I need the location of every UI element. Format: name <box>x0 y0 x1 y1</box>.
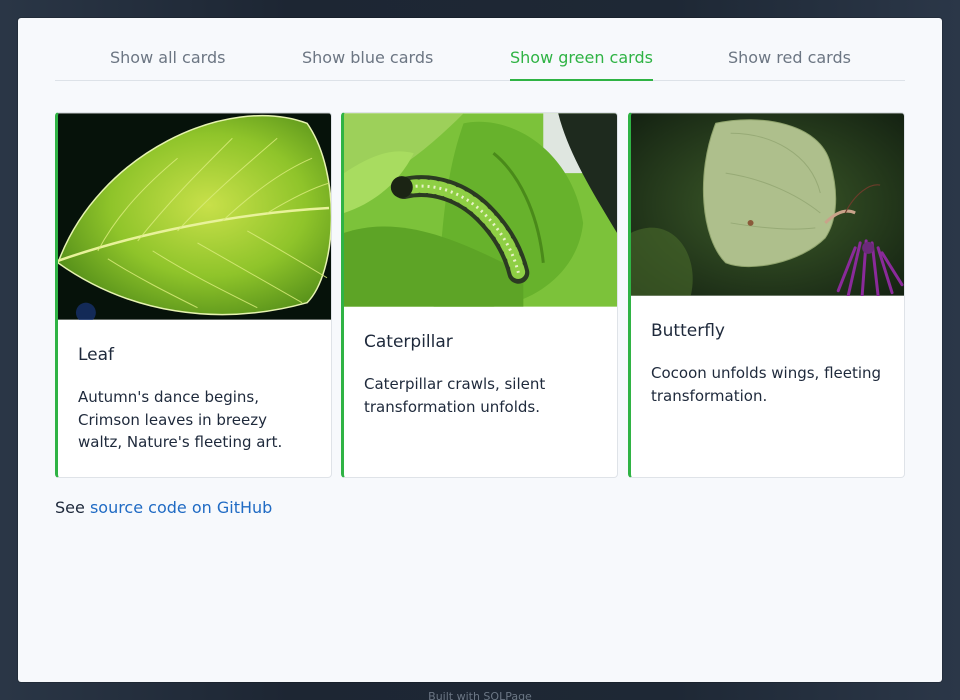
card-butterfly: Butterfly Cocoon unfolds wings, fleeting… <box>628 112 905 478</box>
source-line: See source code on GitHub <box>55 498 272 517</box>
card-filter-tabs: Show all cards Show blue cards Show gree… <box>55 18 905 81</box>
card-leaf: Leaf Autumn's dance begins, Crimson leav… <box>55 112 332 478</box>
tab-show-blue-cards[interactable]: Show blue cards <box>302 48 433 80</box>
leaf-image <box>58 113 331 320</box>
tab-show-red-cards[interactable]: Show red cards <box>728 48 851 80</box>
caterpillar-image <box>344 113 617 307</box>
built-with-label[interactable]: Built with SQLPage <box>0 690 960 700</box>
card-title: Caterpillar <box>364 332 453 352</box>
main-panel: Show all cards Show blue cards Show gree… <box>18 18 942 682</box>
card-caterpillar: Caterpillar Caterpillar crawls, silent t… <box>341 112 618 478</box>
github-source-link[interactable]: source code on GitHub <box>90 498 272 517</box>
card-text: Cocoon unfolds wings, fleeting transform… <box>651 364 882 405</box>
tab-show-green-cards[interactable]: Show green cards <box>510 48 653 81</box>
card-title: Leaf <box>78 345 115 365</box>
card-text: Autumn's dance begins, Crimson leaves in… <box>78 388 283 451</box>
card-text: Caterpillar crawls, silent transformatio… <box>364 375 546 416</box>
source-prefix: See <box>55 498 85 517</box>
card-title: Butterfly <box>651 321 725 341</box>
butterfly-image <box>631 113 904 296</box>
tab-show-all-cards[interactable]: Show all cards <box>110 48 225 80</box>
